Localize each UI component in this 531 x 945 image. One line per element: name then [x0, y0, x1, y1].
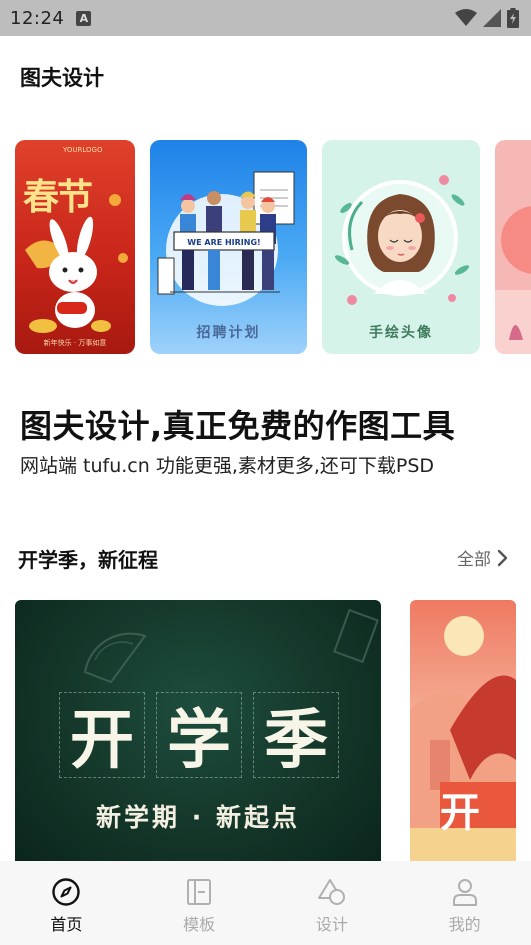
nav-templates[interactable]: 模板 — [133, 861, 266, 945]
see-all-label: 全部 — [457, 550, 491, 570]
hiring-banner-text: WE ARE HIRING! — [187, 238, 260, 247]
featured-template-card[interactable]: 开 学 季 新学期 · 新起点 — [15, 600, 381, 870]
signal-icon — [483, 9, 501, 27]
carousel-card-partial[interactable] — [495, 140, 531, 354]
card-caption: 招聘计划 — [196, 325, 261, 341]
compass-icon — [52, 878, 81, 906]
shapes-icon — [317, 879, 345, 905]
status-time: 12:24 — [10, 7, 65, 29]
section-title: 开学季，新征程 — [18, 548, 158, 572]
featured-char: 学 — [156, 692, 242, 778]
nav-label: 我的 — [448, 915, 481, 934]
nav-home[interactable]: 首页 — [0, 861, 133, 945]
carousel-card-avatar[interactable]: 手绘头像 — [322, 140, 480, 354]
featured-subtitle: 新学期 · 新起点 — [96, 803, 300, 832]
app-title: 图夫设计 — [20, 66, 104, 90]
notification-icon: A — [76, 10, 92, 26]
bottom-navigation: 首页 模板 设计 我的 — [0, 861, 531, 945]
carousel-card-hiring[interactable]: WE ARE HIRING! 招聘计划 — [150, 140, 307, 354]
card-caption: 手绘头像 — [369, 325, 433, 341]
nav-mine[interactable]: 我的 — [398, 861, 531, 945]
carousel-card-spring-festival[interactable]: YOURLOGO 春节 新年快乐 · 万事如意 — [15, 140, 135, 354]
battery-icon — [507, 8, 519, 28]
status-icons — [455, 8, 519, 28]
nav-design[interactable]: 设计 — [266, 861, 399, 945]
featured-title: 开 学 季 — [59, 692, 339, 778]
status-bar: 12:24 A — [0, 0, 531, 36]
featured-char-2: 开 — [440, 790, 480, 836]
featured-template-card-2[interactable]: 开 — [410, 600, 516, 870]
partial-illustration — [495, 206, 531, 354]
nav-label: 首页 — [50, 915, 83, 934]
template-carousel[interactable]: YOURLOGO 春节 新年快乐 · 万事如意 WE ARE HIRING! 招… — [15, 140, 531, 354]
featured-char: 季 — [253, 692, 339, 778]
card-bottom-text: 新年快乐 · 万事如意 — [43, 339, 107, 347]
rabbit-illustration — [25, 194, 128, 333]
nav-label: 模板 — [183, 915, 216, 934]
template-icon — [187, 879, 212, 905]
subline: 网站端 tufu.cn 功能更强,素材更多,还可下载PSD — [20, 455, 435, 477]
chevron-right-icon — [497, 549, 508, 566]
see-all-link[interactable]: 全部 — [457, 545, 509, 570]
featured-char: 开 — [59, 692, 145, 778]
person-icon — [452, 879, 477, 906]
headline: 图夫设计,真正免费的作图工具 — [20, 407, 456, 445]
nav-label: 设计 — [315, 915, 348, 934]
wifi-icon — [455, 9, 477, 26]
